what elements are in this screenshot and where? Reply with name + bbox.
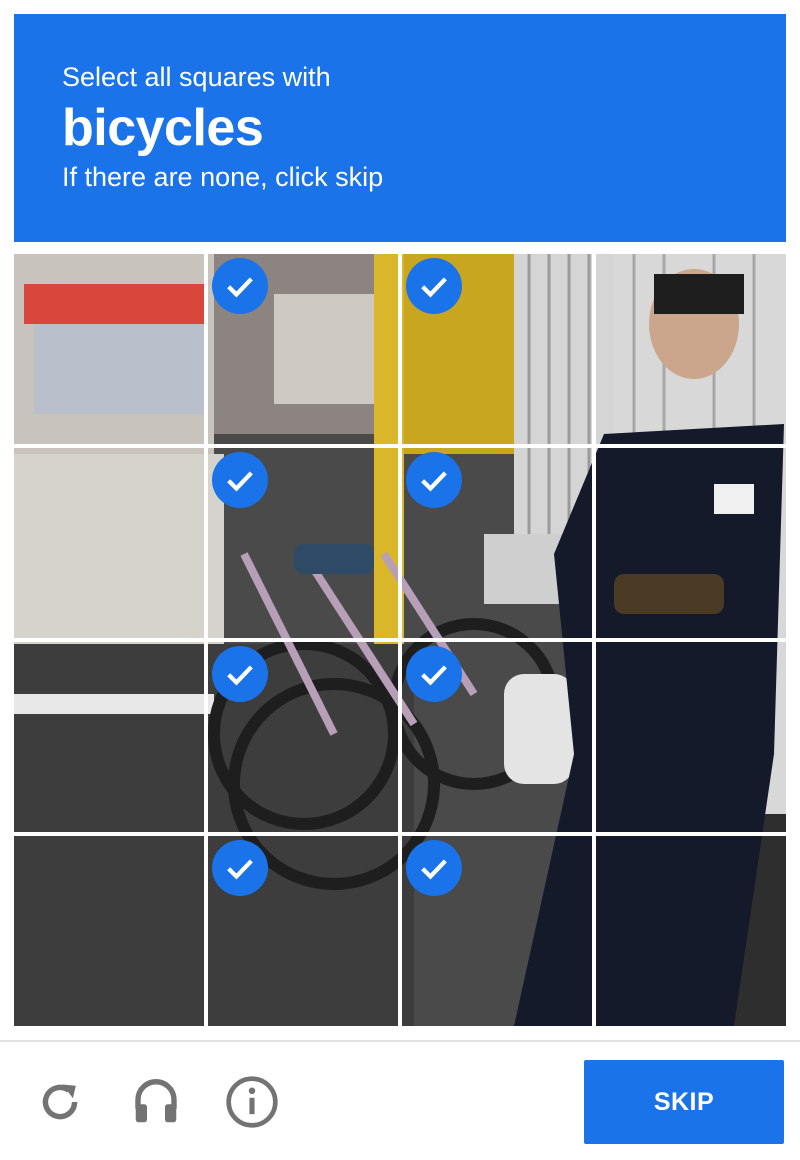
reload-icon[interactable] — [30, 1072, 90, 1132]
checkmark-icon — [406, 646, 462, 702]
grid-tile-2-3[interactable] — [402, 448, 592, 638]
instruction-text: Select all squares with — [62, 62, 331, 92]
challenge-keyword: bicycles — [62, 99, 264, 157]
grid-divider — [14, 638, 786, 642]
checkmark-icon — [212, 452, 268, 508]
grid-tile-1-1[interactable] — [14, 254, 204, 444]
grid-tile-4-4[interactable] — [596, 836, 786, 1026]
grid-tile-3-3[interactable] — [402, 642, 592, 832]
checkmark-icon — [406, 840, 462, 896]
grid-tile-1-2[interactable] — [208, 254, 398, 444]
headphones-icon[interactable] — [126, 1072, 186, 1132]
grid-tile-2-2[interactable] — [208, 448, 398, 638]
grid-tile-1-4[interactable] — [596, 254, 786, 444]
grid-tile-3-2[interactable] — [208, 642, 398, 832]
skip-hint-text: If there are none, click skip — [62, 162, 384, 192]
checkmark-icon — [212, 840, 268, 896]
grid-divider — [14, 444, 786, 448]
grid-tile-3-4[interactable] — [596, 642, 786, 832]
checkmark-icon — [406, 258, 462, 314]
grid-tile-2-1[interactable] — [14, 448, 204, 638]
grid-tile-1-3[interactable] — [402, 254, 592, 444]
grid-tile-4-3[interactable] — [402, 836, 592, 1026]
grid-tile-2-4[interactable] — [596, 448, 786, 638]
grid-tile-4-1[interactable] — [14, 836, 204, 1026]
checkmark-icon — [212, 646, 268, 702]
challenge-header: Select all squares with bicycles If ther… — [14, 14, 786, 242]
grid-divider — [14, 832, 786, 836]
grid-tile-3-1[interactable] — [14, 642, 204, 832]
grid-tile-4-2[interactable] — [208, 836, 398, 1026]
checkmark-icon — [212, 258, 268, 314]
skip-button[interactable]: SKIP — [584, 1060, 784, 1144]
info-icon[interactable] — [222, 1072, 282, 1132]
checkmark-icon — [406, 452, 462, 508]
image-grid — [14, 254, 786, 1026]
footer-divider — [0, 1040, 800, 1042]
